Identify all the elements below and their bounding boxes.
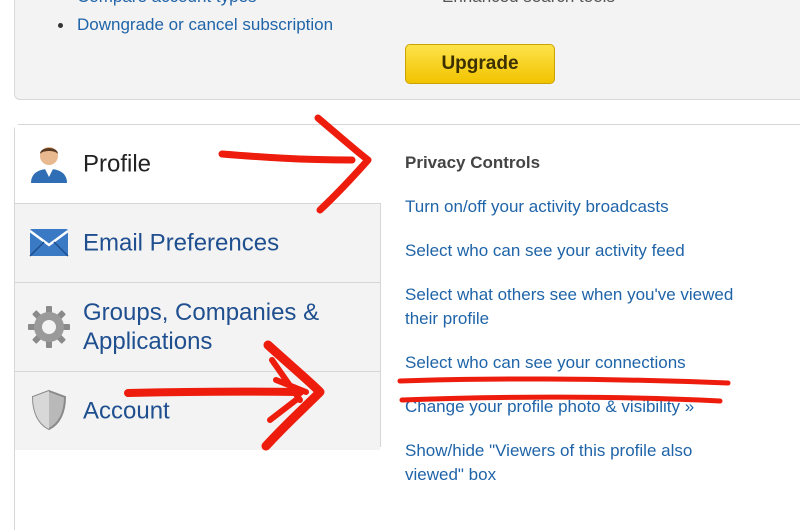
privacy-controls-heading: Privacy Controls <box>405 153 541 172</box>
profile-viewed-link[interactable]: Select what others see when you've viewe… <box>405 283 755 331</box>
activity-broadcasts-link[interactable]: Turn on/off your activity broadcasts <box>405 195 755 219</box>
settings-page: Compare account types Downgrade or cance… <box>0 0 800 530</box>
person-icon <box>31 147 67 183</box>
connections-visibility-link[interactable]: Select who can see your connections <box>405 351 755 375</box>
settings-nav: Profile Email Preferences Groups, Compan… <box>15 125 381 450</box>
nav-item-groups-companies-applications[interactable]: Groups, Companies & Applications <box>15 282 380 371</box>
nav-item-profile[interactable]: Profile <box>15 125 381 203</box>
nav-label-profile: Profile <box>83 150 152 178</box>
activity-feed-link[interactable]: Select who can see your activity feed <box>405 239 755 263</box>
downgrade-cancel-link[interactable]: Downgrade or cancel subscription <box>53 11 333 39</box>
profile-photo-visibility-link[interactable]: Change your profile photo & visibility » <box>405 395 755 419</box>
feature-item: Enhanced search tools <box>418 0 615 11</box>
gear-icon <box>28 306 70 348</box>
nav-item-email-preferences[interactable]: Email Preferences <box>15 203 380 282</box>
nav-label-account: Account <box>83 397 170 425</box>
upgrade-button[interactable]: Upgrade <box>405 44 555 84</box>
nav-label-email-preferences: Email Preferences <box>83 229 280 257</box>
nav-item-account[interactable]: Account <box>15 371 380 450</box>
compare-account-types-link[interactable]: Compare account types <box>53 0 333 11</box>
viewers-also-viewed-link[interactable]: Show/hide "Viewers of this profile also … <box>405 439 755 487</box>
account-links-list: Compare account types Downgrade or cance… <box>53 0 333 39</box>
settings-panel: Profile Email Preferences Groups, Compan… <box>14 124 800 530</box>
shield-icon <box>31 389 67 431</box>
envelope-icon <box>29 229 69 257</box>
premium-features-list: Enhanced search tools <box>418 0 615 11</box>
nav-label-groups-companies-applications: Groups, Companies & Applications <box>83 299 320 355</box>
privacy-controls-section: Privacy Controls Turn on/off your activi… <box>405 151 800 507</box>
